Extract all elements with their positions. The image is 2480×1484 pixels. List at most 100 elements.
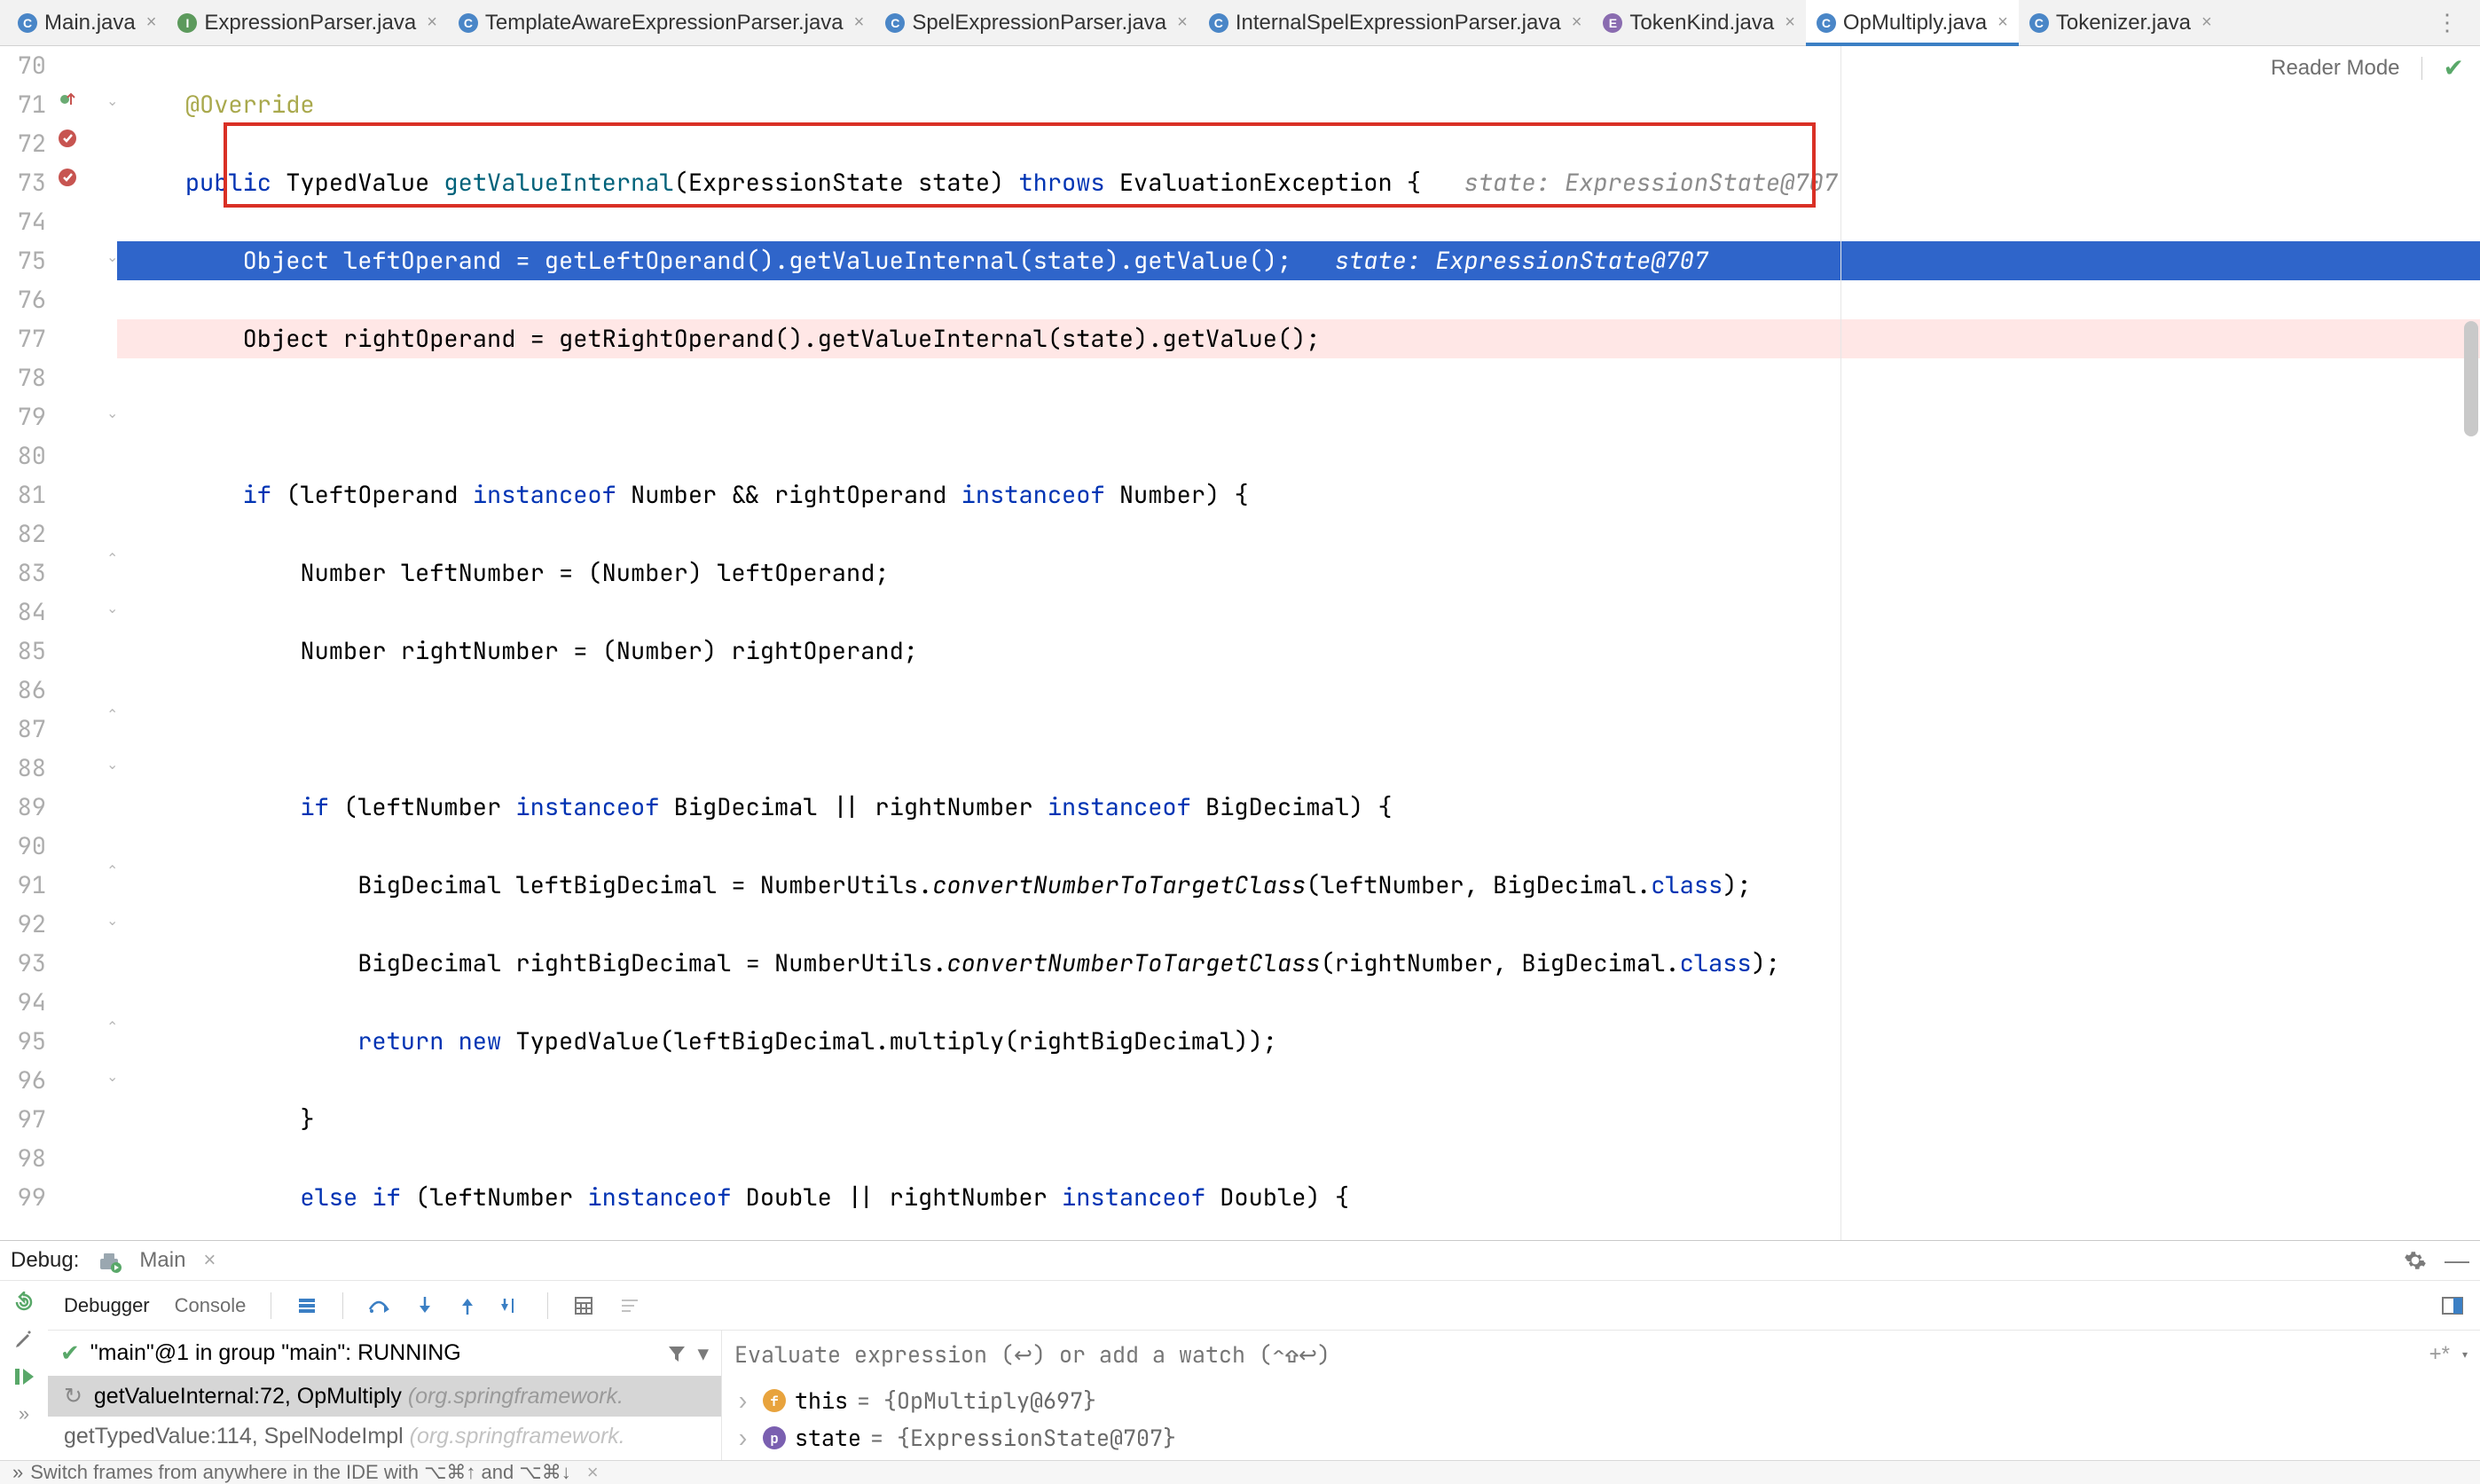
modify-run-icon[interactable]: [12, 1327, 36, 1352]
dropdown-icon[interactable]: ▾: [2462, 1348, 2468, 1361]
breakpoint-icon[interactable]: [57, 128, 94, 149]
frame-item[interactable]: getTypedValue:114, SpelNodeImpl (org.spr…: [48, 1417, 721, 1457]
status-text: Switch frames from anywhere in the IDE w…: [30, 1461, 570, 1484]
trace-icon[interactable]: [619, 1297, 640, 1315]
resume-icon[interactable]: [12, 1364, 36, 1389]
run-config-icon: [97, 1248, 122, 1273]
restart-frame-icon[interactable]: ↻: [64, 1384, 82, 1409]
inline-hint: state: ExpressionState@707: [1291, 245, 1708, 277]
tab-spelparser[interactable]: CSpelExpressionParser.java×: [875, 0, 1198, 46]
step-over-icon[interactable]: [368, 1297, 391, 1315]
fold-up-icon[interactable]: ⌃: [106, 550, 117, 561]
show-frames-icon[interactable]: [296, 1295, 318, 1316]
inline-hint: state: ExpressionState@707: [1421, 167, 1838, 199]
tab-templateaware[interactable]: CTemplateAwareExpressionParser.java×: [448, 0, 875, 46]
param-icon: p: [763, 1426, 786, 1449]
close-icon[interactable]: ×: [1997, 12, 2008, 33]
filter-icon[interactable]: [667, 1344, 687, 1363]
tab-label: SpelExpressionParser.java: [912, 11, 1166, 35]
tab-label: Main.java: [44, 11, 136, 35]
step-into-icon[interactable]: [416, 1295, 434, 1316]
tab-tokenkind[interactable]: ETokenKind.java×: [1592, 0, 1805, 46]
fold-down-icon[interactable]: ⌄: [106, 756, 117, 766]
reader-mode-button[interactable]: Reader Mode: [2271, 56, 2399, 81]
fold-down-icon[interactable]: ⌄: [106, 248, 117, 259]
chevron-right-icon[interactable]: ›: [736, 1423, 754, 1453]
evaluate-input[interactable]: [734, 1339, 2417, 1370]
tab-label: TokenKind.java: [1629, 11, 1774, 35]
layout-icon[interactable]: [2441, 1296, 2464, 1315]
evaluate-icon[interactable]: [573, 1295, 594, 1316]
chevron-right-icon[interactable]: ›: [736, 1386, 754, 1416]
fold-gutter: ⌄ ⌄ ⌄ ⌃ ⌄ ⌃ ⌄ ⌃ ⌄ ⌃ ⌄: [106, 46, 117, 1240]
fold-up-icon[interactable]: ⌃: [106, 706, 117, 717]
variable-row[interactable]: › f this = {OpMultiply@697}: [729, 1382, 2473, 1419]
close-icon[interactable]: ×: [1785, 12, 1795, 33]
minimize-icon[interactable]: —: [2445, 1246, 2469, 1275]
code-area[interactable]: @Override public TypedValue getValueInte…: [117, 46, 2480, 1240]
fold-down-icon[interactable]: ⌄: [106, 404, 117, 415]
console-tab[interactable]: Console: [175, 1294, 247, 1317]
tabs-overflow-icon[interactable]: ⋮: [2421, 9, 2473, 36]
next-line: Object rightOperand = getRightOperand().…: [117, 319, 2480, 358]
debug-toolwindow: Debug: Main × — » Debugger Console: [0, 1240, 2480, 1471]
fold-up-icon[interactable]: ⌃: [106, 1018, 117, 1029]
thread-label[interactable]: "main"@1 in group "main": RUNNING: [90, 1340, 461, 1366]
fold-down-icon[interactable]: ⌄: [106, 600, 117, 610]
tab-internalspel[interactable]: CInternalSpelExpressionParser.java×: [1198, 0, 1593, 46]
rerun-icon[interactable]: [12, 1290, 36, 1315]
variables-panel: +* ▾ › f this = {OpMultiply@697} ›: [722, 1331, 2480, 1460]
debug-title: Debug:: [11, 1248, 79, 1273]
override-icon[interactable]: [57, 89, 94, 110]
close-icon[interactable]: ×: [587, 1461, 599, 1484]
fold-down-icon[interactable]: ⌄: [106, 912, 117, 923]
fold-down-icon[interactable]: ⌄: [106, 92, 117, 103]
more-icon[interactable]: »: [12, 1402, 36, 1426]
debug-side-toolbar: »: [0, 1281, 48, 1460]
editor[interactable]: 7071727374757677787980818283848586878889…: [0, 46, 2480, 1240]
inspections-ok-icon[interactable]: ✔: [2444, 53, 2464, 82]
debug-toolbar: Debugger Console: [48, 1281, 2480, 1331]
editor-tabs: CMain.java× IExpressionParser.java× CTem…: [0, 0, 2480, 46]
close-icon[interactable]: ×: [146, 12, 157, 33]
fold-up-icon[interactable]: ⌃: [106, 862, 117, 873]
tab-label: OpMultiply.java: [1843, 11, 1987, 35]
step-out-icon[interactable]: [459, 1295, 476, 1316]
close-icon[interactable]: ×: [1572, 12, 1582, 33]
tab-main[interactable]: CMain.java×: [7, 0, 167, 46]
gutter-marks: [51, 46, 106, 1240]
tab-label: ExpressionParser.java: [204, 11, 416, 35]
check-icon: ✔: [60, 1339, 80, 1367]
annotation: @Override: [185, 89, 315, 121]
close-icon[interactable]: ×: [203, 1248, 216, 1273]
tab-expressionparser[interactable]: IExpressionParser.java×: [167, 0, 447, 46]
editor-corner-controls: Reader Mode ✔: [2271, 53, 2464, 82]
debug-config-name[interactable]: Main: [139, 1248, 185, 1273]
dropdown-icon[interactable]: ▾: [697, 1340, 709, 1367]
frames-panel: ✔ "main"@1 in group "main": RUNNING ▾ ↻ …: [48, 1331, 722, 1460]
variable-row[interactable]: › p state = {ExpressionState@707}: [729, 1419, 2473, 1457]
field-icon: f: [763, 1389, 786, 1412]
debugger-tab[interactable]: Debugger: [64, 1294, 150, 1317]
close-icon[interactable]: ×: [1177, 12, 1188, 33]
tab-label: InternalSpelExpressionParser.java: [1236, 11, 1561, 35]
run-to-cursor-icon[interactable]: [501, 1295, 522, 1316]
more-icon[interactable]: »: [12, 1461, 23, 1484]
fold-down-icon[interactable]: ⌄: [106, 1068, 117, 1079]
status-bar: » Switch frames from anywhere in the IDE…: [0, 1460, 2480, 1484]
breakpoint-icon[interactable]: [57, 167, 94, 188]
close-icon[interactable]: ×: [854, 12, 865, 33]
tab-label: TemplateAwareExpressionParser.java: [485, 11, 844, 35]
frame-item[interactable]: ↻ getValueInternal:72, OpMultiply (org.s…: [48, 1376, 721, 1417]
gear-icon[interactable]: [2404, 1249, 2427, 1272]
right-margin-line: [1840, 46, 1841, 1240]
close-icon[interactable]: ×: [2201, 12, 2212, 33]
vertical-scrollbar[interactable]: [2464, 321, 2478, 436]
execution-line: Object leftOperand = getLeftOperand().ge…: [117, 241, 2480, 280]
close-icon[interactable]: ×: [427, 12, 437, 33]
add-watch-icon[interactable]: +*: [2429, 1342, 2450, 1367]
tab-tokenizer[interactable]: CTokenizer.java×: [2019, 0, 2223, 46]
tab-label: Tokenizer.java: [2056, 11, 2191, 35]
tab-opmultiply[interactable]: COpMultiply.java×: [1806, 0, 2019, 46]
line-numbers: 7071727374757677787980818283848586878889…: [0, 46, 51, 1240]
